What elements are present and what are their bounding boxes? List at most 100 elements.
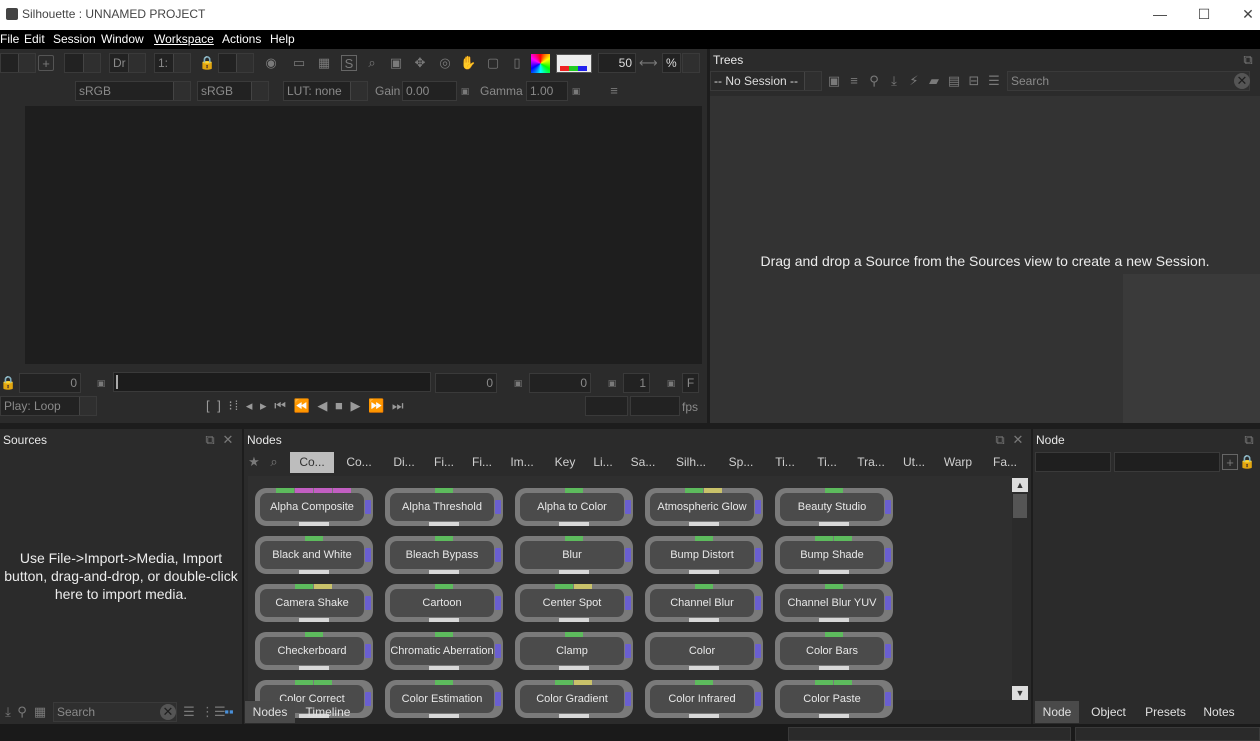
ratio-select[interactable]: 1: [154,53,191,73]
zoom-unit-field[interactable]: % [662,53,681,73]
node-category-tab-11[interactable]: Ti... [765,452,805,473]
stop-icon[interactable]: ■ [335,398,345,413]
node-button[interactable]: Color Bars [775,632,893,670]
sources-search-clear-icon[interactable]: ✕ [160,704,176,720]
tree-list-icon[interactable]: ≡ [846,73,862,89]
node-category-tab-16[interactable]: Fa... [983,452,1027,473]
step-forward-icon[interactable]: ⏩ [368,398,386,413]
gain-reset-icon[interactable]: ▣ [457,83,473,99]
zoom-menu[interactable] [682,53,700,73]
node-button[interactable]: Blur [515,536,633,574]
node-category-tab-12[interactable]: Ti... [806,452,848,473]
menu-session[interactable]: Session [53,32,96,46]
clear-marks-icon[interactable]: ⁝⁞ [229,398,241,413]
node-button[interactable]: Channel Blur YUV [775,584,893,622]
monitor-icon[interactable]: ▭ [291,55,307,71]
close-icon[interactable]: ✕ [1236,4,1260,24]
nodes-float-icon[interactable]: ⧉ [992,432,1008,448]
node-button[interactable]: Bump Distort [645,536,763,574]
tab-timeline[interactable]: Timeline [297,701,359,723]
tree-options-icon[interactable]: ☰ [986,73,1002,89]
trees-search-input[interactable]: Search [1007,71,1250,91]
view-icon[interactable]: ◎ [437,55,453,71]
fps-field-1[interactable] [585,396,628,416]
node-category-tab-3[interactable]: Fi... [425,452,463,473]
scroll-down-icon[interactable]: ▼ [1012,686,1028,700]
zoom-icon[interactable]: ⌕ [364,55,380,71]
node-button[interactable]: Camera Shake [255,584,373,622]
fullscreen-icon[interactable]: ✥ [412,55,428,71]
go-start-icon[interactable]: ⏮ [274,398,288,413]
colorspace-select-1[interactable]: sRGB [75,81,191,101]
lut-select[interactable]: LUT: none [283,81,368,101]
node-category-tab-1[interactable]: Co... [336,452,382,473]
node-category-tab-7[interactable]: Li... [585,452,621,473]
node-button[interactable]: Alpha Threshold [385,488,503,526]
tab-notes[interactable]: Notes [1195,701,1243,723]
node-button[interactable]: Beauty Studio [775,488,893,526]
sources-list-view-icon[interactable]: ☰ [181,704,197,720]
node-category-tab-0[interactable]: Co... [290,452,334,473]
node-button[interactable]: Black and White [255,536,373,574]
node-value-field[interactable] [1114,452,1220,472]
colorspace-select-2[interactable]: sRGB [197,81,269,101]
trees-float-icon[interactable]: ⧉ [1240,52,1256,68]
node-float-icon[interactable]: ⧉ [1241,432,1257,448]
node-button[interactable]: Color Infrared [645,680,763,718]
frame-start-field[interactable]: 0 [19,373,81,393]
node-category-tab-13[interactable]: Tra... [848,452,894,473]
timeline-scrubber[interactable] [113,372,431,392]
gain-field[interactable]: 0.00 [402,81,457,101]
frame-step-reset-icon[interactable]: ▣ [663,375,679,391]
tree-view-icon[interactable]: ▣ [826,73,842,89]
menu-help[interactable]: Help [270,32,295,46]
overlay-select[interactable] [218,53,254,73]
node-lock-icon[interactable]: 🔒 [1239,454,1255,470]
step-back-icon[interactable]: ⏪ [294,398,312,413]
node-button[interactable]: Color [645,632,763,670]
tree-save-icon[interactable]: ▤ [946,73,962,89]
fit-icon[interactable]: ▣ [388,55,404,71]
sources-list[interactable]: Use File->Import->Media, Import button, … [0,451,242,701]
channel-select[interactable] [64,53,101,73]
mark-in-icon[interactable]: [ [206,398,212,413]
tab-presets[interactable]: Presets [1138,701,1193,723]
menu-edit[interactable]: Edit [24,32,45,46]
play-mode-select[interactable]: Play: Loop [0,396,97,416]
frame-start-reset-icon[interactable]: ▣ [93,375,109,391]
sources-film-icon[interactable]: ▦ [32,704,48,720]
sources-grid-view-icon[interactable]: ▪▪ [221,704,237,720]
tree-folder-icon[interactable]: ▰ [926,73,942,89]
frame-out-field[interactable]: 0 [529,373,591,393]
node-add-icon[interactable]: + [1222,454,1238,470]
node-button[interactable]: Bleach Bypass [385,536,503,574]
play-reverse-icon[interactable]: ◀ [317,398,329,413]
node-button[interactable]: Color Estimation [385,680,503,718]
scroll-thumb[interactable] [1013,494,1027,518]
next-key-icon[interactable]: ▸ [260,398,269,413]
tree-import-icon[interactable]: ⤓ [886,73,902,89]
tab-nodes[interactable]: Nodes [245,701,295,723]
sources-filter-icon[interactable]: ⚲ [14,704,30,720]
menu-actions[interactable]: Actions [222,32,261,46]
grid-icon[interactable]: ▦ [316,55,332,71]
timeline-lock-icon[interactable]: 🔒 [0,375,16,391]
view-select[interactable]: Dr [109,53,146,73]
node-button[interactable]: Chromatic Aberration [385,632,503,670]
tab-object[interactable]: Object [1081,701,1136,723]
tree-flash-icon[interactable]: ⚡ [906,73,922,89]
hand-icon[interactable]: ✋ [460,55,476,71]
minimize-icon[interactable]: — [1148,4,1172,24]
node-name-field[interactable] [1035,452,1111,472]
play-icon[interactable]: ▶ [350,398,362,413]
node-button[interactable]: Center Spot [515,584,633,622]
nodes-search-icon[interactable]: ⌕ [266,454,282,470]
maximize-icon[interactable]: ☐ [1192,4,1216,24]
trees-canvas[interactable]: Drag and drop a Source from the Sources … [710,96,1260,423]
node-button[interactable]: Checkerboard [255,632,373,670]
zoom-value-field[interactable]: 50 [598,53,636,73]
node-button[interactable]: Clamp [515,632,633,670]
node-category-tab-10[interactable]: Sp... [718,452,764,473]
trees-search-clear-icon[interactable]: ✕ [1234,73,1250,89]
favorites-star-icon[interactable]: ★ [246,454,262,470]
